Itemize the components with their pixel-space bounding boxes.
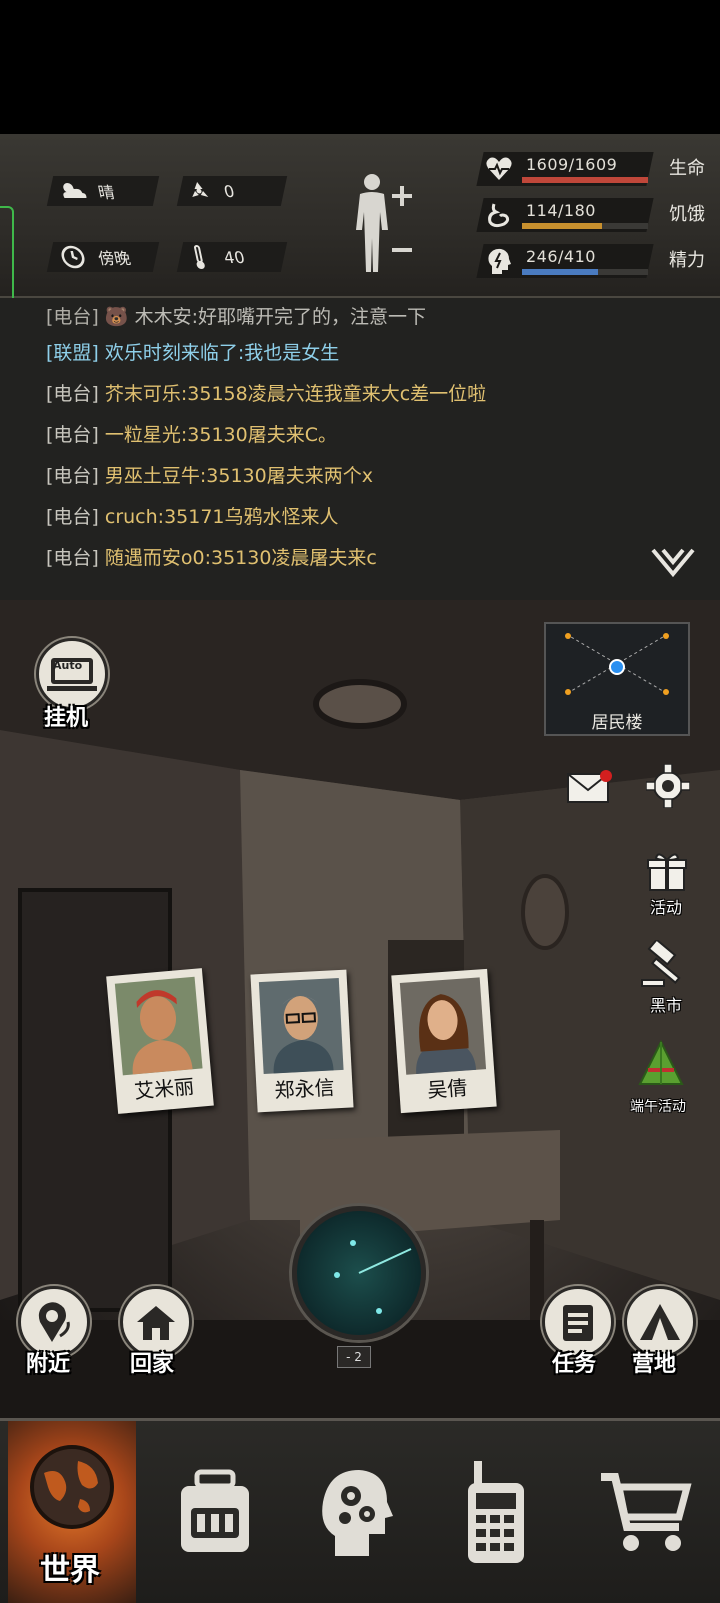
cloudy-sun-icon	[55, 176, 91, 206]
character-name: 吴倩	[426, 1075, 469, 1103]
black-market-label: 黑市	[650, 996, 683, 1015]
health-label: 生命	[669, 158, 705, 179]
status-panel: 晴 0 傍晚 40 1609/1609 生命 114/180 饥饿 246/41…	[0, 134, 720, 298]
envelope-icon	[567, 770, 612, 803]
auto-idle-label: 挂机	[44, 706, 89, 731]
character-portrait	[399, 977, 487, 1075]
hunger-label: 饥饿	[669, 204, 705, 225]
chat-panel[interactable]: [电台] 🐻 木木安:好耶嘴开完了的，注意一下 [联盟] 欢乐时刻来临了:我也是…	[0, 298, 720, 600]
bottom-nav: 世界	[0, 1418, 720, 1603]
nav-skills-tab[interactable]	[290, 1421, 420, 1603]
clipboard-icon	[563, 1305, 593, 1341]
festival-event-button[interactable]	[636, 1039, 686, 1096]
brain-gears-icon	[322, 1470, 393, 1556]
black-market-button[interactable]	[640, 938, 690, 994]
tent-icon	[640, 1304, 680, 1340]
health-stat: 1609/1609 生命	[476, 152, 705, 186]
nav-backpack-tab[interactable]	[150, 1421, 280, 1603]
chat-message: [联盟] 欢乐时刻来临了:我也是女生	[46, 342, 340, 364]
auction-hammer-icon	[641, 938, 681, 987]
energy-label: 精力	[669, 250, 705, 271]
nearby-label: 附近	[26, 1352, 71, 1377]
thermometer-icon	[181, 242, 217, 272]
radar-icon	[334, 1240, 412, 1314]
shopping-cart-icon	[601, 1473, 692, 1551]
zongzi-icon	[638, 1039, 684, 1085]
hunger-stat: 114/180 饥饿	[476, 198, 705, 232]
festival-event-label: 端午活动	[630, 1099, 686, 1115]
tasks-label: 任务	[552, 1352, 597, 1377]
clock-icon	[55, 242, 91, 272]
activity-label: 活动	[650, 898, 683, 917]
map-network-icon	[565, 633, 669, 695]
house-icon	[137, 1306, 175, 1340]
radar-count: - 2	[337, 1346, 371, 1368]
chat-message: [电台] 男巫土豆牛:35130屠夫来两个x	[46, 465, 373, 487]
health-value: 1609/1609	[526, 155, 618, 174]
nav-shop-tab[interactable]	[580, 1421, 710, 1603]
location-map-button[interactable]: 居民楼	[544, 622, 690, 736]
chat-message: [电台] 随遇而安o0:35130凌晨屠夫来c	[46, 547, 377, 569]
body-figure-icon	[356, 174, 412, 272]
room-scene: Auto 挂机 居民楼 活动 黑市 端午活动 艾米丽 郑永信 吴倩 - 2 附近…	[0, 600, 720, 1418]
health-bar	[522, 177, 648, 183]
energy-value: 246/410	[526, 247, 596, 266]
auto-badge: Auto	[53, 659, 83, 672]
chat-message: [电台] cruch:35171乌鸦水怪来人	[46, 506, 339, 528]
chat-message: [电台] 🐻 木木安:好耶嘴开完了的，注意一下	[46, 306, 426, 328]
hunger-value: 114/180	[526, 201, 596, 220]
go-home-label: 回家	[130, 1352, 175, 1377]
character-card[interactable]: 吴倩	[391, 968, 497, 1114]
character-name: 郑永信	[273, 1075, 336, 1103]
energy-bar	[522, 269, 648, 275]
time-label: 傍晚	[96, 249, 133, 268]
camp-label: 营地	[632, 1352, 677, 1377]
activity-button[interactable]	[646, 850, 688, 896]
character-card[interactable]: 艾米丽	[106, 968, 214, 1114]
heart-pulse-icon	[484, 154, 514, 184]
mail-button[interactable]	[566, 768, 612, 808]
globe-icon	[30, 1445, 114, 1529]
nav-radio-tab[interactable]	[430, 1421, 560, 1603]
chat-message: [电台] 芥末可乐:35158凌晨六连我童来大c差一位啦	[46, 383, 487, 405]
hunger-bar	[522, 223, 648, 229]
chat-expand-icon[interactable]	[650, 546, 696, 582]
energy-stat: 246/410 精力	[476, 244, 705, 278]
settings-button[interactable]	[645, 763, 691, 812]
temperature-value: 40	[221, 247, 247, 267]
nav-world-label: 世界	[40, 1553, 100, 1588]
character-portrait	[258, 977, 344, 1075]
backpack-icon	[181, 1469, 249, 1552]
gift-icon	[647, 853, 687, 891]
body-status-button[interactable]	[348, 172, 418, 278]
energy-head-icon	[484, 246, 514, 276]
location-label: 居民楼	[591, 713, 643, 733]
gear-icon	[645, 763, 691, 809]
nav-world-tab[interactable]: 世界	[8, 1421, 136, 1603]
chat-message: [电台] 一粒星光:35130屠夫来C。	[46, 424, 338, 446]
radar-scanner[interactable]	[292, 1206, 426, 1340]
stomach-icon	[484, 200, 514, 230]
character-card[interactable]: 郑永信	[250, 969, 354, 1113]
character-portrait	[114, 976, 203, 1076]
walkie-talkie-icon	[468, 1461, 524, 1563]
radiation-icon	[181, 176, 217, 206]
location-pin-icon	[38, 1302, 70, 1342]
